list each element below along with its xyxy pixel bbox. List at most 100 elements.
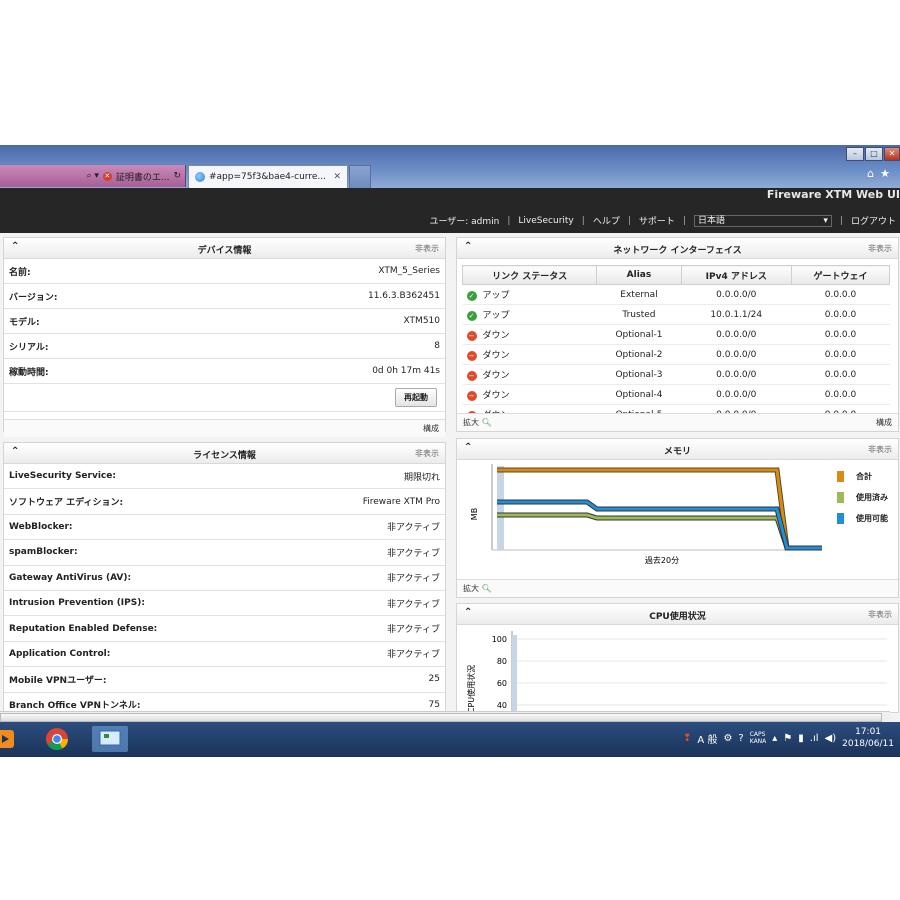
- config-link[interactable]: 構成: [876, 417, 892, 428]
- livesecurity-link[interactable]: LiveSecurity: [518, 216, 573, 226]
- table-row[interactable]: ✓ アップ External 0.0.0.0/0 0.0.0.0: [462, 284, 890, 305]
- cpu-tick-label: 80: [497, 657, 507, 666]
- magnify-icon: 🔍︎: [481, 584, 492, 593]
- legend-swatch: [837, 492, 844, 503]
- new-tab-button[interactable]: [349, 165, 371, 189]
- zoom-link[interactable]: 拡大 🔍︎: [463, 417, 492, 428]
- link-status-cell: ✓ アップ: [462, 304, 597, 325]
- reboot-button[interactable]: 再起動: [395, 388, 437, 407]
- table-row[interactable]: − ダウン Optional-3 0.0.0.0/0 0.0.0.0: [462, 364, 890, 385]
- device-info-row: モデル: XTM510: [4, 309, 445, 334]
- gw-cell: 0.0.0.0: [791, 284, 890, 305]
- panel-title: CPU使用状況: [649, 612, 706, 622]
- memory-start-bar: [497, 466, 504, 550]
- status-down-icon: −: [466, 350, 477, 361]
- ipv4-cell: 0.0.0.0/0: [681, 364, 792, 385]
- support-link[interactable]: サポート: [639, 214, 675, 227]
- memory-chart: MB 過去20分: [470, 464, 822, 565]
- panel-header: ⌃ デバイス情報 非表示: [4, 238, 445, 259]
- license-value: 非アクティブ: [386, 599, 440, 610]
- nav-separator: |: [682, 215, 686, 226]
- memory-legend: 合計 使用済み 使用可能: [837, 466, 888, 529]
- clock[interactable]: 17:01 2018/06/11: [842, 726, 894, 750]
- chrome-icon[interactable]: [44, 726, 70, 752]
- tab-label: #app=75f3&bae4-curre...: [209, 172, 326, 182]
- table-row[interactable]: − ダウン Optional-2 0.0.0.0/0 0.0.0.0: [462, 344, 890, 365]
- ime-tools-icon[interactable]: ⚙: [723, 733, 732, 744]
- zoom-link[interactable]: 拡大 🔍︎: [463, 583, 492, 594]
- zoom-label: 拡大: [463, 584, 479, 593]
- horizontal-scrollbar[interactable]: [0, 711, 890, 722]
- magnify-icon: 🔍︎: [481, 418, 492, 427]
- interfaces-table: リンク ステータス Alias IPv4 アドレス ゲートウェイ ✓ アップ Extern…: [461, 265, 891, 425]
- scrollbar-thumb[interactable]: [0, 713, 882, 722]
- table-row[interactable]: − ダウン Optional-4 0.0.0.0/0 0.0.0.0: [462, 384, 890, 405]
- license-rows: LiveSecurity Service: 期限切れ ソフトウェア エディション: F…: [4, 464, 445, 718]
- hide-link[interactable]: 非表示: [868, 444, 892, 455]
- license-row: Reputation Enabled Defense: 非アクティブ: [4, 616, 445, 642]
- action-center-icon[interactable]: ⚑: [783, 733, 792, 744]
- table-row[interactable]: ✓ アップ Trusted 10.0.1.1/24 0.0.0.0: [462, 304, 890, 325]
- license-key: ソフトウェア エディション:: [9, 498, 124, 509]
- refresh-icon[interactable]: ↻: [173, 171, 181, 181]
- hide-link[interactable]: 非表示: [868, 243, 892, 254]
- language-select[interactable]: 日本語 ▾: [693, 214, 832, 227]
- device-info-value: 11.6.3.B362451: [367, 291, 440, 301]
- device-info-value: XTM_5_Series: [378, 266, 440, 276]
- ipv4-cell: 0.0.0.0/0: [681, 324, 792, 345]
- signal-icon[interactable]: .ıl: [810, 733, 819, 744]
- license-value: 非アクティブ: [386, 650, 440, 661]
- minimize-icon[interactable]: –: [846, 147, 864, 161]
- license-value: 非アクティブ: [386, 523, 440, 534]
- show-hidden-icons[interactable]: ▴: [772, 733, 777, 744]
- browser-tab-active[interactable]: #app=75f3&bae4-curre... ✕: [188, 165, 348, 188]
- help-icon[interactable]: ?: [738, 733, 743, 744]
- ime-indicator[interactable]: A 般: [697, 731, 717, 746]
- close-window-icon[interactable]: ✕: [884, 147, 900, 161]
- device-info-row: シリアル: 8: [4, 334, 445, 359]
- table-row[interactable]: − ダウン Optional-1 0.0.0.0/0 0.0.0.0: [462, 324, 890, 345]
- browser-tab-certificate[interactable]: ⌕ ▾ ✕ 証明書のエ... ↻: [0, 165, 186, 187]
- browser-chrome: – □ ✕ ⌕ ▾ ✕ 証明書のエ... ↻ #app=75f3&bae4-cu…: [0, 145, 900, 189]
- license-row: spamBlocker: 非アクティブ: [4, 540, 445, 566]
- hide-link[interactable]: 非表示: [868, 609, 892, 620]
- memory-available-line: [497, 500, 822, 550]
- cpu-tick-label: 60: [497, 679, 507, 688]
- close-tab-icon[interactable]: ✕: [333, 172, 341, 182]
- link-status-text: アップ: [482, 311, 510, 321]
- table-body: ✓ アップ External 0.0.0.0/0 0.0.0.0 ✓ アップ Trusted 1…: [462, 284, 890, 425]
- link-status-text: ダウン: [482, 331, 510, 341]
- license-key: LiveSecurity Service:: [9, 471, 116, 482]
- status-down-icon: −: [466, 370, 477, 381]
- link-status-cell: −ダウン: [462, 364, 597, 385]
- browser-toolbar-icons: ⌂★: [867, 167, 896, 180]
- config-link[interactable]: 構成: [423, 423, 439, 434]
- legend-label: 使用可能: [856, 514, 888, 523]
- license-key: Reputation Enabled Defense:: [9, 623, 158, 634]
- panel-title: メモリ: [663, 447, 691, 457]
- volume-icon[interactable]: ◀): [825, 733, 837, 744]
- tab-label: 証明書のエ...: [115, 172, 170, 183]
- alert-flag-icon[interactable]: ❢: [683, 733, 691, 744]
- media-player-icon[interactable]: [0, 726, 20, 752]
- control-panel-icon[interactable]: [92, 726, 128, 752]
- gw-cell: 0.0.0.0: [791, 324, 890, 345]
- device-info-key: 名前:: [9, 267, 31, 278]
- home-icon[interactable]: ⌂: [867, 167, 880, 180]
- license-row: ソフトウェア エディション: Fireware XTM Pro: [4, 489, 445, 515]
- legend-swatch: [837, 513, 844, 524]
- panel-header: ⌃ ネットワーク インターフェイス 非表示: [457, 238, 898, 259]
- hide-link[interactable]: 非表示: [415, 243, 439, 254]
- alias-cell: Optional-2: [596, 344, 682, 365]
- hide-link[interactable]: 非表示: [415, 448, 439, 459]
- maximize-icon[interactable]: □: [865, 147, 883, 161]
- favorites-icon[interactable]: ★: [880, 167, 896, 180]
- network-icon[interactable]: ▮: [798, 733, 804, 744]
- license-value: 非アクティブ: [386, 548, 440, 559]
- license-value: 非アクティブ: [386, 574, 440, 585]
- logout-link[interactable]: ログアウト: [851, 214, 896, 227]
- gw-cell: 0.0.0.0: [791, 384, 890, 405]
- help-link[interactable]: ヘルプ: [593, 214, 620, 227]
- ie-icon: [195, 172, 205, 182]
- column-header: IPv4 アドレス: [680, 265, 792, 285]
